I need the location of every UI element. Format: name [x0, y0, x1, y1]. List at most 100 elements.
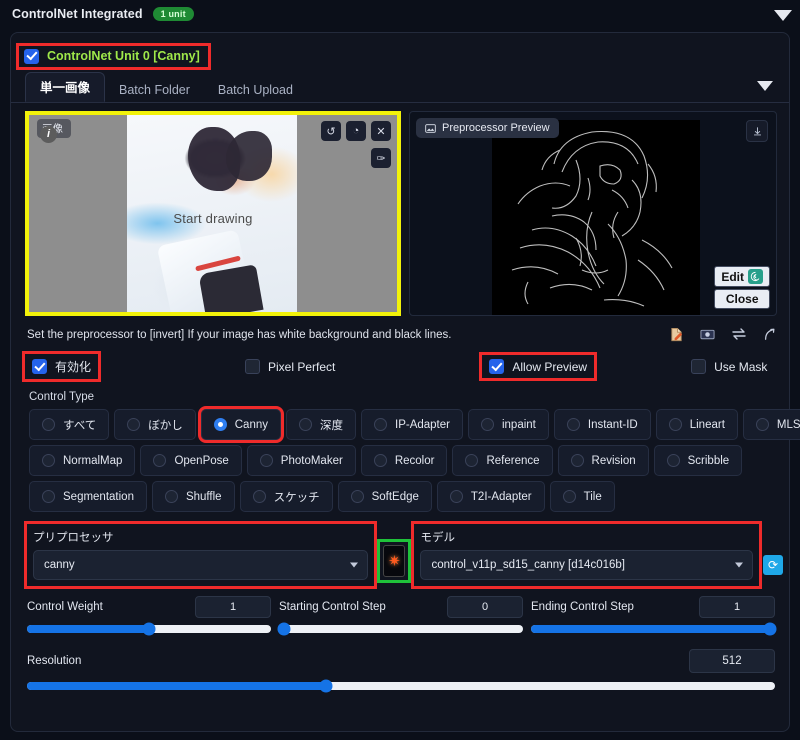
control-type-blur-label: ぼかし [148, 419, 183, 432]
control-type-reference[interactable]: Reference [452, 445, 553, 476]
control-type-photomaker[interactable]: PhotoMaker [246, 445, 356, 476]
control-type-t2i-adapter[interactable]: T2I-Adapter [436, 481, 545, 512]
control-type-normalmap-label: NormalMap [63, 454, 123, 467]
control-type-segmentation[interactable]: Segmentation [29, 481, 147, 512]
brush-icon[interactable]: ✑ [371, 148, 391, 168]
checkbox-unchecked-icon[interactable] [245, 359, 261, 374]
unit-collapse-caret-icon[interactable] [757, 81, 773, 91]
control-type-photomaker-label: PhotoMaker [280, 454, 343, 467]
refresh-icon[interactable]: ⟳ [763, 555, 783, 575]
edit-button-label: Edit [721, 269, 744, 284]
eraser-icon[interactable]: ◔ [346, 121, 366, 141]
resolution-track[interactable] [27, 679, 775, 693]
options-row: 有効化 Pixel Perfect Allow Preview Use Mask [11, 344, 789, 382]
option-enable[interactable]: 有効化 [21, 351, 102, 382]
accordion-header[interactable]: ControlNet Integrated 1 unit [0, 0, 800, 28]
photo-icon[interactable] [700, 327, 715, 344]
control-type-mlsd[interactable]: MLSD [742, 409, 800, 440]
radio-unselected-icon[interactable] [566, 418, 580, 431]
radio-unselected-icon[interactable] [299, 418, 312, 431]
control-type-normalmap[interactable]: NormalMap [29, 445, 136, 476]
radio-unselected-icon[interactable] [42, 418, 55, 431]
control-type-all-label: すべて [63, 419, 97, 432]
unit-enable-toggle[interactable]: ControlNet Unit 0 [Canny] [16, 42, 211, 70]
checkbox-unchecked-icon[interactable] [691, 359, 707, 374]
undo-icon[interactable]: ↺ [321, 121, 341, 141]
checkbox-checked-icon[interactable] [489, 359, 505, 374]
radio-unselected-icon[interactable] [465, 454, 479, 467]
control-type-all[interactable]: すべて [29, 409, 110, 440]
radio-unselected-icon[interactable] [755, 418, 769, 431]
close-button[interactable]: Close [714, 289, 770, 309]
ending-control-step-track[interactable] [531, 622, 777, 636]
option-enable-label: 有効化 [55, 360, 92, 374]
ending-control-step-label: Ending Control Step [531, 601, 634, 613]
accordion-collapse-caret-icon[interactable] [774, 10, 792, 21]
image-canvas[interactable]: 画像 i Start drawing ↺ ◔ ✕ ✑ [25, 111, 401, 316]
preprocessor-value: canny [44, 559, 75, 571]
radio-unselected-icon[interactable] [449, 490, 463, 503]
radio-unselected-icon[interactable] [153, 454, 167, 467]
edit-button[interactable]: Edit [714, 266, 770, 287]
swap-icon[interactable] [731, 327, 747, 343]
control-weight-slider: Control Weight 1 [27, 596, 271, 636]
radio-unselected-icon[interactable] [374, 418, 387, 431]
control-type-recolor-label: Recolor [394, 454, 435, 467]
control-type-sketch[interactable]: スケッチ [239, 481, 333, 512]
radio-unselected-icon[interactable] [480, 418, 494, 431]
radio-unselected-icon[interactable] [562, 490, 576, 503]
control-type-canny[interactable]: Canny [197, 406, 285, 443]
control-type-inpaint[interactable]: inpaint [467, 409, 549, 440]
radio-unselected-icon[interactable] [252, 490, 266, 503]
radio-unselected-icon[interactable] [666, 454, 680, 467]
control-type-depth[interactable]: 深度 [286, 409, 356, 440]
curve-arrow-icon[interactable] [763, 326, 777, 344]
ending-control-step-value[interactable]: 1 [699, 596, 775, 618]
radio-unselected-icon[interactable] [259, 454, 273, 467]
resolution-value[interactable]: 512 [689, 649, 775, 673]
info-circle-icon[interactable]: i [40, 126, 57, 143]
radio-selected-icon[interactable] [213, 418, 227, 431]
option-allow-preview[interactable]: Allow Preview [479, 352, 598, 381]
control-type-revision[interactable]: Revision [557, 445, 649, 476]
control-weight-value[interactable]: 1 [195, 596, 271, 618]
tab-batch-upload[interactable]: Batch Upload [204, 79, 307, 102]
radio-unselected-icon[interactable] [42, 490, 55, 503]
starting-control-step-track[interactable] [277, 622, 523, 636]
edit-document-icon[interactable] [669, 327, 684, 344]
radio-unselected-icon[interactable] [127, 418, 141, 431]
canvas-toolbar: ↺ ◔ ✕ [321, 121, 391, 141]
run-preprocessor-button[interactable]: ✷ [383, 545, 406, 577]
model-select[interactable]: control_v11p_sd15_canny [d14c016b] [420, 550, 753, 580]
download-icon[interactable] [746, 120, 768, 142]
control-type-tile[interactable]: Tile [549, 481, 615, 512]
radio-unselected-icon[interactable] [668, 418, 682, 431]
control-type-shuffle[interactable]: Shuffle [151, 481, 235, 512]
radio-unselected-icon[interactable] [373, 454, 387, 467]
tab-single-image[interactable]: 単一画像 [25, 72, 106, 102]
control-type-recolor[interactable]: Recolor [360, 445, 448, 476]
control-type-instant-id[interactable]: Instant-ID [553, 409, 651, 440]
radio-unselected-icon[interactable] [570, 454, 584, 467]
control-type-lineart[interactable]: Lineart [655, 409, 738, 440]
chevron-down-icon[interactable] [735, 562, 743, 568]
close-icon[interactable]: ✕ [371, 121, 391, 141]
chevron-down-icon[interactable] [350, 562, 359, 568]
tab-batch-folder[interactable]: Batch Folder [105, 79, 204, 102]
control-type-ip-adapter[interactable]: IP-Adapter [361, 409, 463, 440]
radio-unselected-icon[interactable] [42, 454, 55, 467]
option-use-mask[interactable]: Use Mask [684, 355, 774, 378]
checkbox-checked-icon[interactable] [24, 48, 39, 64]
radio-unselected-icon[interactable] [350, 490, 364, 503]
option-pixel-perfect[interactable]: Pixel Perfect [238, 355, 342, 378]
preprocessor-select[interactable]: canny [33, 550, 369, 580]
control-type-scribble[interactable]: Scribble [653, 445, 743, 476]
control-type-openpose[interactable]: OpenPose [140, 445, 242, 476]
unit-title: ControlNet Unit 0 [Canny] [47, 49, 200, 63]
control-type-softedge[interactable]: SoftEdge [337, 481, 432, 512]
control-weight-track[interactable] [27, 622, 271, 636]
starting-control-step-value[interactable]: 0 [447, 596, 523, 618]
checkbox-checked-icon[interactable] [32, 359, 47, 374]
radio-unselected-icon[interactable] [164, 490, 178, 503]
control-type-blur[interactable]: ぼかし [114, 409, 196, 440]
